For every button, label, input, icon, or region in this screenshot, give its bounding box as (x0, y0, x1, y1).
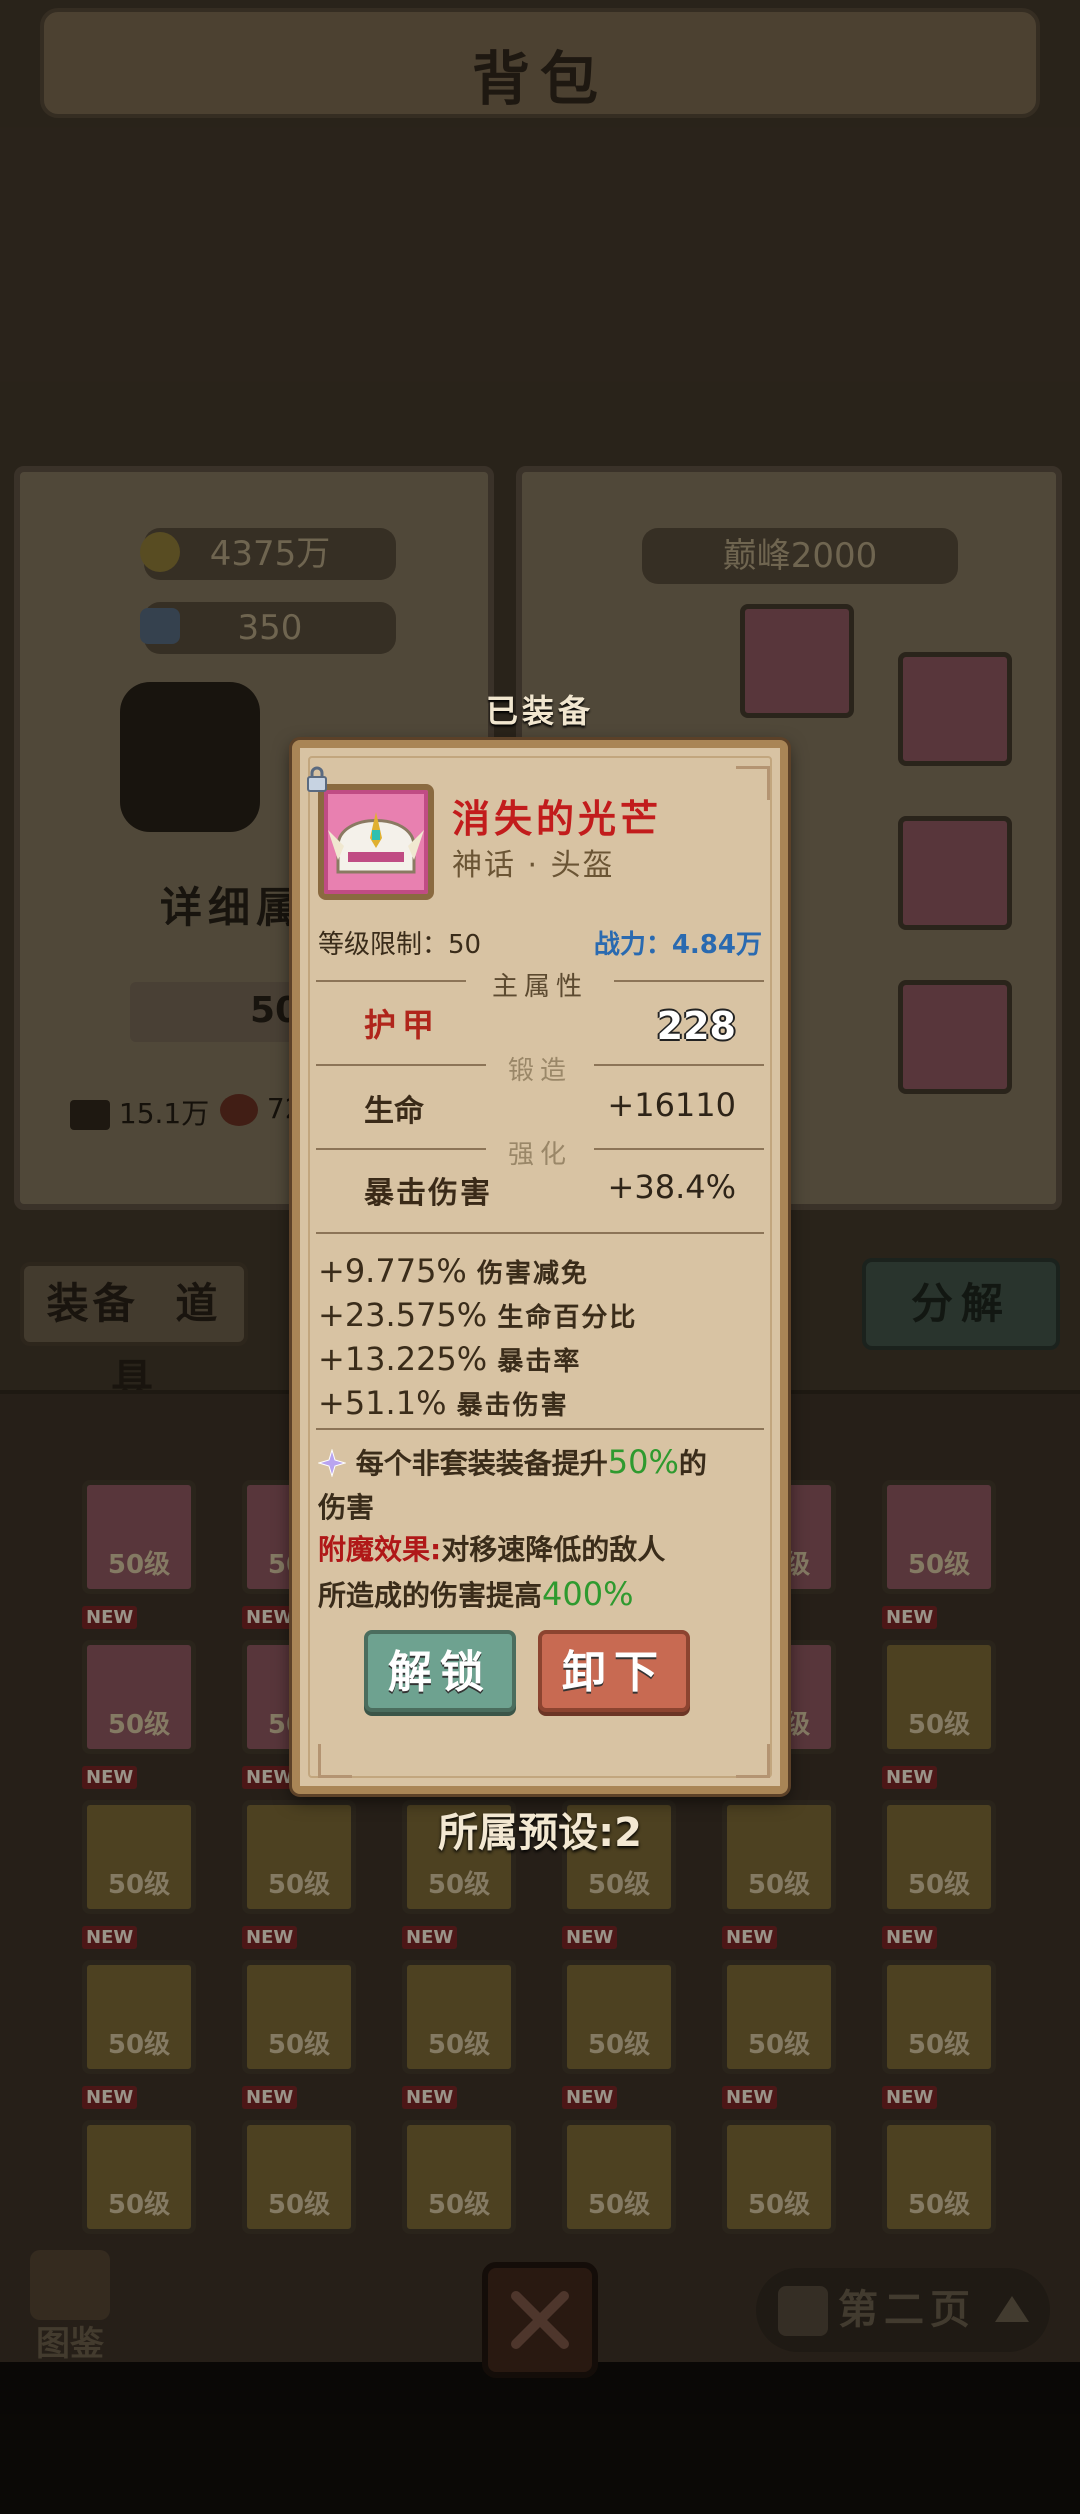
divider-row (316, 1218, 764, 1248)
main-attr-title: 主属性 (491, 972, 588, 1002)
corner-ornament (736, 1744, 770, 1778)
enhance-header: 强化 (316, 1134, 764, 1170)
sparkle-icon (317, 1448, 347, 1478)
main-attr-header: 主属性 (316, 966, 764, 1002)
main-attr-value: 228 (656, 1004, 736, 1048)
enchant-text: 所造成的伤害提高 (318, 1579, 543, 1612)
power-value: 4.84万 (671, 930, 762, 960)
item-rarity-type: 神话 · 头盔 (452, 848, 615, 883)
set-bonus: 每个非套装装备提升50%的 伤害 (317, 1440, 762, 1530)
set-bonus-text: 伤害 (318, 1491, 375, 1524)
corner-ornament (736, 766, 770, 800)
preset-label: 所属预设:2 (438, 1810, 642, 1856)
enchant-effect: 附魔效果:对移速降低的敌人 所造成的伤害提高400% (318, 1528, 762, 1618)
enchant-label: 附魔效果: (318, 1533, 442, 1566)
game-screen: 背包 4375万 350 详细属 50 15.1万 72 巅峰2000 装备 道… (0, 0, 1080, 2514)
level-power-row: 等级限制：50 战力：4.84万 (318, 924, 762, 961)
enhance-title: 强化 (507, 1140, 572, 1170)
main-attr-name: 护甲 (364, 1006, 441, 1044)
forge-row: 生命 +16110 (318, 1086, 762, 1132)
extra-attr-value: +23.575% (318, 1296, 488, 1334)
lock-icon (307, 766, 327, 792)
enchant-percent: 400% (542, 1575, 634, 1613)
enchant-text: 对移速降低的敌人 (441, 1533, 666, 1566)
divider (316, 1232, 764, 1234)
extra-attr-label: 暴击率 (497, 1347, 582, 1377)
forge-title: 锻造 (507, 1056, 572, 1086)
extra-attr-value: +9.775% (318, 1252, 467, 1290)
item-name: 消失的光芒 (452, 797, 663, 841)
level-requirement: 等级限制：50 (318, 930, 482, 960)
extra-attr-1: +9.775% 伤害减免 (318, 1252, 762, 1290)
forge-attr-name: 生命 (364, 1094, 424, 1129)
unequip-button[interactable]: 卸下 (538, 1630, 690, 1712)
power-rating: 战力：4.84万 (594, 924, 762, 961)
set-bonus-percent: 50% (607, 1443, 679, 1481)
extra-attr-3: +13.225% 暴击率 (318, 1340, 762, 1378)
extra-attr-label: 伤害减免 (477, 1259, 590, 1289)
set-bonus-text: 每个非套装装备提升 (355, 1447, 608, 1480)
divider (316, 1428, 764, 1430)
unlock-button[interactable]: 解锁 (364, 1630, 516, 1712)
equipped-title: 已装备 (485, 692, 594, 730)
extra-attr-2: +23.575% 生命百分比 (318, 1296, 762, 1334)
forge-attr-value: +16110 (607, 1086, 736, 1124)
item-detail-popup: 消失的光芒 神话 · 头盔 等级限制：50 战力：4.84万 主属性 护甲 22… (292, 740, 788, 1794)
main-attr-row: 护甲 228 (318, 1000, 762, 1050)
extra-attr-value: +13.225% (318, 1340, 488, 1378)
item-icon (318, 784, 434, 900)
enhance-attr-name: 暴击伤害 (364, 1176, 492, 1211)
power-label: 战力： (593, 930, 672, 960)
set-bonus-text: 的 (678, 1447, 707, 1480)
forge-header: 锻造 (316, 1050, 764, 1086)
enhance-attr-value: +38.4% (607, 1168, 736, 1206)
extra-attr-label: 生命百分比 (497, 1303, 638, 1333)
corner-ornament (318, 1744, 352, 1778)
helmet-icon (328, 812, 424, 874)
enhance-row: 暴击伤害 +38.4% (318, 1168, 762, 1214)
